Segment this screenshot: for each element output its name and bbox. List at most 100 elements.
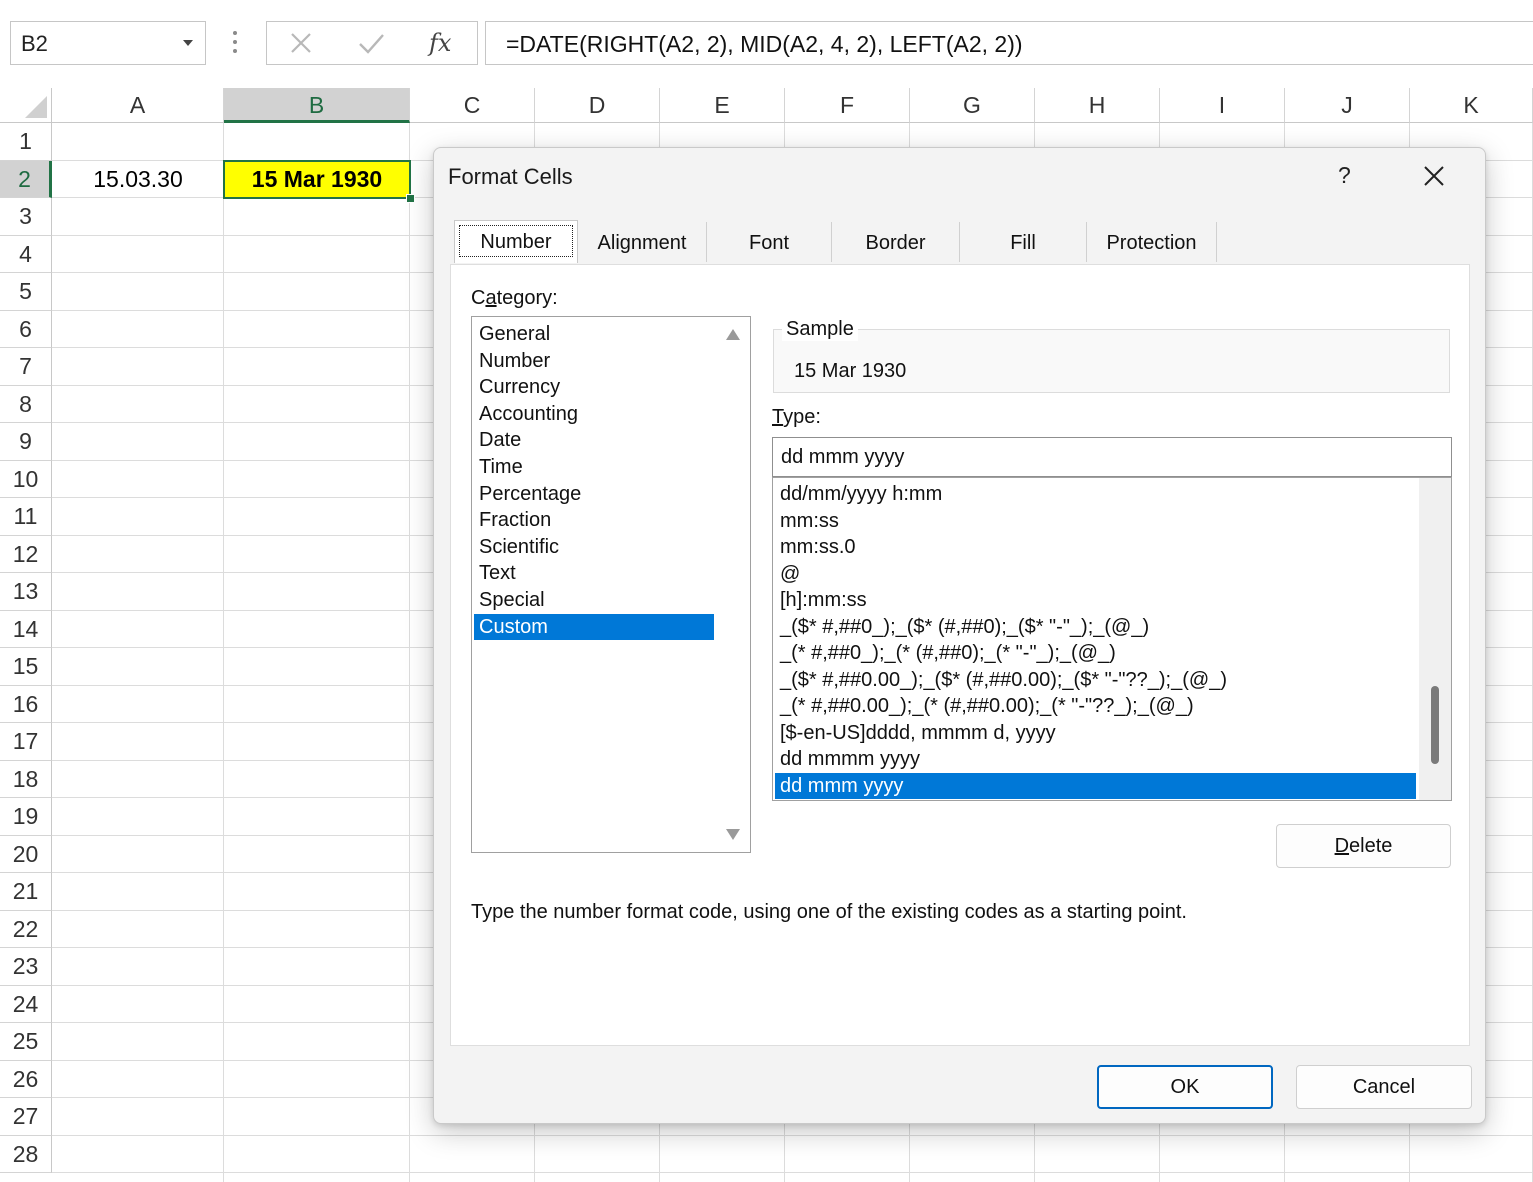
category-item-fraction[interactable]: Fraction — [474, 507, 714, 533]
row-header-13[interactable]: 13 — [0, 573, 52, 611]
category-item-currency[interactable]: Currency — [474, 374, 714, 400]
row-header-25[interactable]: 25 — [0, 1023, 52, 1061]
row-header-8[interactable]: 8 — [0, 385, 52, 423]
row-header-28[interactable]: 28 — [0, 1135, 52, 1173]
column-header-b[interactable]: B — [224, 88, 410, 123]
row-header-12[interactable]: 12 — [0, 535, 52, 573]
column-header-c[interactable]: C — [410, 88, 535, 123]
category-item-custom[interactable]: Custom — [474, 613, 714, 640]
column-header-h[interactable]: H — [1035, 88, 1160, 123]
ok-button[interactable]: OK — [1097, 1065, 1273, 1109]
type-list-item[interactable]: mm:ss — [775, 508, 1416, 534]
tab-border[interactable]: Border — [832, 222, 960, 262]
tab-fill[interactable]: Fill — [960, 222, 1087, 262]
column-header-d[interactable]: D — [535, 88, 660, 123]
close-icon[interactable] — [1420, 162, 1448, 190]
row-header-14[interactable]: 14 — [0, 610, 52, 648]
column-header-e[interactable]: E — [660, 88, 785, 123]
type-list-item[interactable]: mm:ss.0 — [775, 534, 1416, 560]
cell-b2[interactable]: 15 Mar 1930 — [223, 160, 411, 199]
sample-value: 15 Mar 1930 — [794, 360, 907, 382]
type-list-item[interactable]: _($* #,##0.00_);_($* (#,##0.00);_($* "-"… — [775, 667, 1416, 693]
tab-alignment[interactable]: Alignment — [578, 222, 707, 262]
row-header-1[interactable]: 1 — [0, 123, 52, 161]
row-header-2[interactable]: 2 — [0, 160, 52, 198]
row-header-22[interactable]: 22 — [0, 910, 52, 948]
category-item-date[interactable]: Date — [474, 427, 714, 453]
tab-protection[interactable]: Protection — [1087, 222, 1217, 262]
row-header-20[interactable]: 20 — [0, 835, 52, 873]
type-list-item[interactable]: _($* #,##0_);_($* (#,##0);_($* "-"_);_(@… — [775, 614, 1416, 640]
row-header-9[interactable]: 9 — [0, 423, 52, 461]
row-header-10[interactable]: 10 — [0, 460, 52, 498]
cancel-icon[interactable] — [285, 27, 317, 59]
name-box[interactable]: B2 — [10, 21, 206, 65]
type-list-item[interactable]: dd mmm yyyy — [775, 772, 1416, 799]
column-header-k[interactable]: K — [1410, 88, 1533, 123]
enter-icon[interactable] — [355, 27, 387, 59]
type-list-item[interactable]: @ — [775, 561, 1416, 587]
select-all-button[interactable] — [0, 88, 52, 123]
row-header-5[interactable]: 5 — [0, 273, 52, 311]
type-input[interactable]: dd mmm yyyy — [772, 437, 1452, 477]
chevron-down-icon[interactable] — [183, 40, 193, 46]
row-header-7[interactable]: 7 — [0, 348, 52, 386]
gridline — [223, 123, 224, 1182]
formula-bar: B2 fx =DATE(RIGHT(A2, 2), MID(A2, 4, 2),… — [0, 0, 1533, 88]
more-options-icon[interactable] — [233, 31, 237, 53]
category-list[interactable]: General Number Currency Accounting Date Time P… — [471, 316, 751, 853]
row-header-19[interactable]: 19 — [0, 798, 52, 836]
svg-text:fx: fx — [427, 29, 452, 57]
scroll-up-icon[interactable] — [726, 329, 740, 340]
type-list-scrollbar[interactable] — [1419, 478, 1451, 800]
fill-handle[interactable] — [406, 194, 415, 203]
row-header-3[interactable]: 3 — [0, 198, 52, 236]
category-item-general[interactable]: General — [474, 321, 714, 347]
tab-number[interactable]: Number — [454, 220, 578, 263]
formula-buttons: fx — [266, 21, 478, 65]
row-header-11[interactable]: 11 — [0, 498, 52, 536]
scroll-thumb[interactable] — [1431, 686, 1439, 764]
sample-box: Sample 15 Mar 1930 — [773, 318, 1450, 393]
category-item-scientific[interactable]: Scientific — [474, 534, 714, 560]
column-header-j[interactable]: J — [1285, 88, 1410, 123]
tab-font[interactable]: Font — [707, 222, 832, 262]
help-button[interactable]: ? — [1338, 162, 1351, 189]
row-header-23[interactable]: 23 — [0, 948, 52, 986]
cell-a2[interactable]: 15.03.30 — [52, 160, 224, 198]
type-list-item[interactable]: [h]:mm:ss — [775, 587, 1416, 613]
delete-button[interactable]: Delete — [1276, 824, 1451, 868]
row-header-17[interactable]: 17 — [0, 723, 52, 761]
row-header-6[interactable]: 6 — [0, 310, 52, 348]
column-header-i[interactable]: I — [1160, 88, 1285, 123]
category-item-special[interactable]: Special — [474, 587, 714, 613]
formula-text: =DATE(RIGHT(A2, 2), MID(A2, 4, 2), LEFT(… — [506, 31, 1023, 57]
type-list-item[interactable]: [$-en-US]dddd, mmmm d, yyyy — [775, 720, 1416, 746]
row-header-18[interactable]: 18 — [0, 760, 52, 798]
cancel-button[interactable]: Cancel — [1296, 1065, 1472, 1109]
category-item-accounting[interactable]: Accounting — [474, 401, 714, 427]
type-list-item[interactable]: _(* #,##0.00_);_(* (#,##0.00);_(* "-"??_… — [775, 693, 1416, 719]
row-header-16[interactable]: 16 — [0, 685, 52, 723]
category-item-percentage[interactable]: Percentage — [474, 481, 714, 507]
row-header-4[interactable]: 4 — [0, 235, 52, 273]
row-header-15[interactable]: 15 — [0, 648, 52, 686]
row-header-21[interactable]: 21 — [0, 873, 52, 911]
row-header-27[interactable]: 27 — [0, 1098, 52, 1136]
scroll-down-icon[interactable] — [726, 829, 740, 840]
category-item-time[interactable]: Time — [474, 454, 714, 480]
formula-input[interactable]: =DATE(RIGHT(A2, 2), MID(A2, 4, 2), LEFT(… — [485, 21, 1533, 65]
category-scrollbar[interactable] — [716, 317, 750, 852]
type-list-item[interactable]: _(* #,##0_);_(* (#,##0);_(* "-"_);_(@_) — [775, 640, 1416, 666]
type-list-item[interactable]: dd mmmm yyyy — [775, 746, 1416, 772]
column-header-a[interactable]: A — [52, 88, 224, 123]
category-item-number[interactable]: Number — [474, 348, 714, 374]
column-header-g[interactable]: G — [910, 88, 1035, 123]
row-header-26[interactable]: 26 — [0, 1060, 52, 1098]
column-header-f[interactable]: F — [785, 88, 910, 123]
category-item-text[interactable]: Text — [474, 560, 714, 586]
row-header-24[interactable]: 24 — [0, 985, 52, 1023]
type-list-item[interactable]: dd/mm/yyyy h:mm — [775, 481, 1416, 507]
insert-function-icon[interactable]: fx — [425, 27, 457, 59]
type-list[interactable]: dd/mm/yyyy h:mm mm:ss mm:ss.0 @ [h]:mm:ss _($… — [772, 477, 1452, 801]
